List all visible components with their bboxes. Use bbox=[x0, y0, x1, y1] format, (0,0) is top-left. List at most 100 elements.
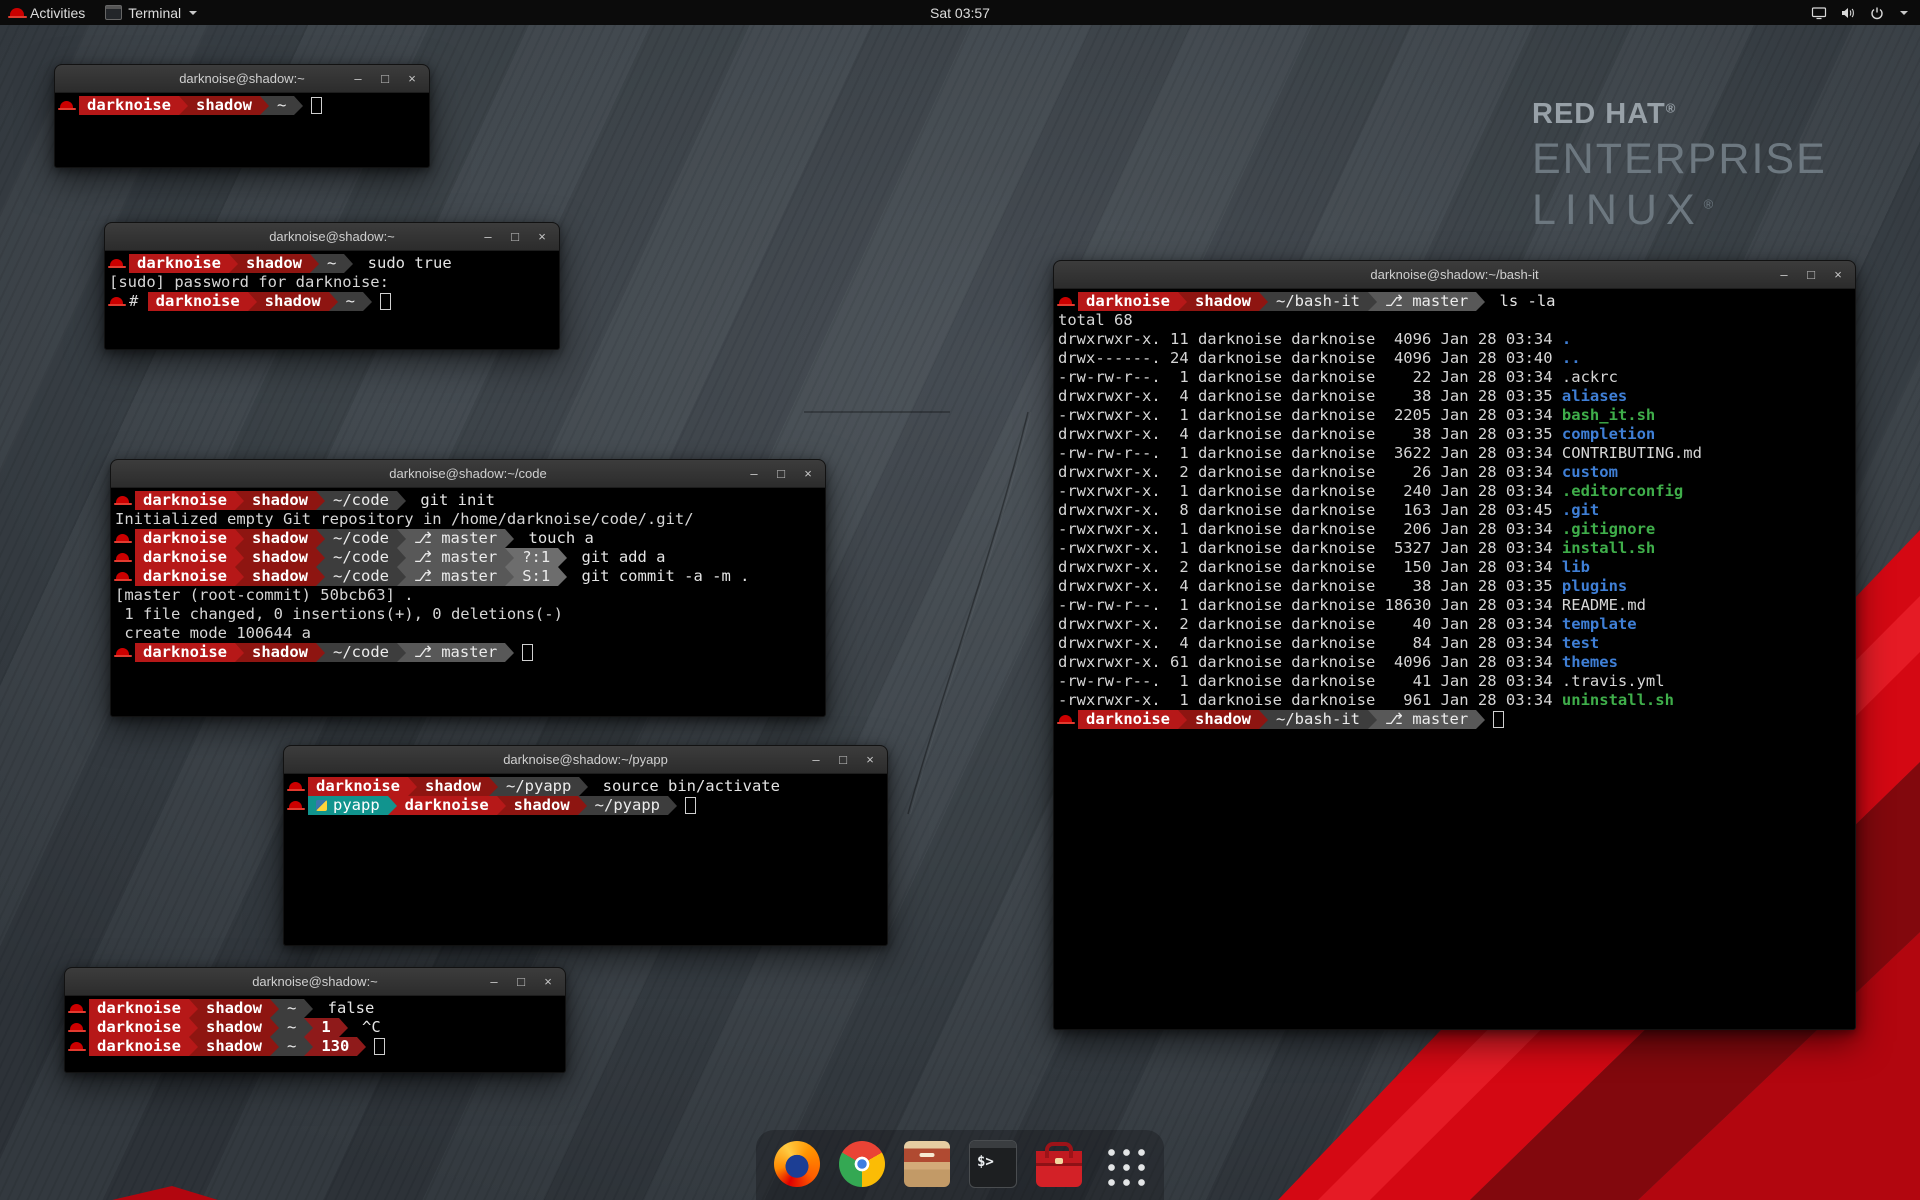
activities-button[interactable]: Activities bbox=[0, 0, 95, 25]
registered-mark: ® bbox=[1704, 197, 1723, 212]
terminal-line: [sudo] password for darknoise: bbox=[109, 273, 557, 292]
brand-line-2: ENTERPRISE bbox=[1532, 135, 1827, 184]
files-icon[interactable] bbox=[904, 1141, 950, 1187]
window-titlebar[interactable]: darknoise@shadow:~/bash-it – □ × bbox=[1054, 261, 1855, 289]
minimize-button[interactable]: – bbox=[1778, 261, 1790, 288]
output-text: -rwxrwxr-x. 1 darknoise darknoise 206 Ja… bbox=[1058, 520, 1562, 539]
window-titlebar[interactable]: darknoise@shadow:~/pyapp – □ × bbox=[284, 746, 887, 774]
terminal-line: -rw-rw-r--. 1 darknoise darknoise 41 Jan… bbox=[1058, 672, 1853, 691]
minimize-button[interactable]: – bbox=[482, 223, 494, 250]
powerline-separator bbox=[397, 548, 406, 567]
output-text: drwxrwxr-x. 4 darknoise darknoise 38 Jan… bbox=[1058, 577, 1562, 596]
redhat-icon bbox=[70, 1004, 83, 1013]
terminal-line: pyappdarknoiseshadow~/pyapp bbox=[288, 796, 885, 815]
output-text: drwxrwxr-x. 61 darknoise darknoise 4096 … bbox=[1058, 653, 1562, 672]
prompt-segment-user: darknoise bbox=[79, 96, 179, 115]
terminal-body[interactable]: darknoiseshadow~/bash-it⎇ master ls -lat… bbox=[1054, 289, 1855, 1029]
powerline-separator bbox=[179, 96, 188, 115]
prompt-segment-user: darknoise bbox=[397, 796, 497, 815]
output-text: drwxrwxr-x. 4 darknoise darknoise 38 Jan… bbox=[1058, 387, 1562, 406]
close-button[interactable]: × bbox=[542, 968, 554, 995]
powerline-separator bbox=[270, 999, 279, 1018]
maximize-button[interactable]: □ bbox=[379, 65, 391, 92]
terminal-icon[interactable]: $> bbox=[969, 1140, 1017, 1188]
terminal-line: [master (root-commit) 50bcb63] . bbox=[115, 586, 823, 605]
firefox-icon[interactable] bbox=[774, 1141, 820, 1187]
powerline-separator bbox=[578, 796, 587, 815]
red-sliver-graphic bbox=[100, 1182, 230, 1200]
app-menu[interactable]: Terminal bbox=[95, 0, 207, 25]
terminal-cursor bbox=[1493, 711, 1504, 728]
prompt-segment-user: darknoise bbox=[129, 254, 229, 273]
output-text: -rw-rw-r--. 1 darknoise darknoise 41 Jan… bbox=[1058, 672, 1562, 691]
directory-name: . bbox=[1562, 330, 1571, 349]
terminal-line: drwxrwxr-x. 11 darknoise darknoise 4096 … bbox=[1058, 330, 1853, 349]
terminal-line: -rw-rw-r--. 1 darknoise darknoise 22 Jan… bbox=[1058, 368, 1853, 387]
terminal-cursor bbox=[380, 293, 391, 310]
maximize-button[interactable]: □ bbox=[837, 746, 849, 773]
redhat-icon bbox=[70, 1023, 83, 1032]
output-text: total 68 bbox=[1058, 311, 1133, 330]
chevron-down-icon bbox=[189, 11, 197, 15]
powerline-separator bbox=[339, 1018, 348, 1037]
terminal-line: -rwxrwxr-x. 1 darknoise darknoise 240 Ja… bbox=[1058, 482, 1853, 501]
app-grid-icon[interactable] bbox=[1101, 1142, 1146, 1187]
volume-icon[interactable] bbox=[1840, 5, 1856, 21]
terminal-body[interactable]: darknoiseshadow~ bbox=[55, 93, 429, 167]
terminal-line: drwxrwxr-x. 61 darknoise darknoise 4096 … bbox=[1058, 653, 1853, 672]
powerline-separator bbox=[505, 529, 514, 548]
terminal-body[interactable]: darknoiseshadow~/pyapp source bin/activa… bbox=[284, 774, 887, 945]
minimize-button[interactable]: – bbox=[810, 746, 822, 773]
prompt-segment-user: darknoise bbox=[135, 491, 235, 510]
prompt-segment-host: shadow bbox=[506, 796, 578, 815]
powerline-separator bbox=[189, 999, 198, 1018]
close-button[interactable]: × bbox=[536, 223, 548, 250]
terminal-line: drwx------. 24 darknoise darknoise 4096 … bbox=[1058, 349, 1853, 368]
command-text: source bin/activate bbox=[588, 777, 780, 796]
chrome-icon[interactable] bbox=[839, 1141, 885, 1187]
prompt-segment-host: shadow bbox=[198, 999, 270, 1018]
close-button[interactable]: × bbox=[802, 460, 814, 487]
powerline-separator bbox=[270, 1037, 279, 1056]
terminal-app-icon bbox=[105, 5, 122, 20]
window-titlebar[interactable]: darknoise@shadow:~ – □ × bbox=[105, 223, 559, 251]
close-button[interactable]: × bbox=[864, 746, 876, 773]
redhat-icon bbox=[110, 259, 123, 268]
minimize-button[interactable]: – bbox=[748, 460, 760, 487]
output-text: drwxrwxr-x. 2 darknoise darknoise 150 Ja… bbox=[1058, 558, 1562, 577]
prompt-segment-path: ~/code bbox=[325, 529, 397, 548]
chevron-down-icon[interactable] bbox=[1900, 11, 1908, 15]
powerline-separator bbox=[294, 96, 303, 115]
terminal-cursor bbox=[685, 797, 696, 814]
close-button[interactable]: × bbox=[406, 65, 418, 92]
window-titlebar[interactable]: darknoise@shadow:~/code – □ × bbox=[111, 460, 825, 488]
directory-name: .. bbox=[1562, 349, 1581, 368]
terminal-window-3: darknoise@shadow:~/code – □ × darknoises… bbox=[110, 459, 826, 717]
maximize-button[interactable]: □ bbox=[775, 460, 787, 487]
directory-name: .git bbox=[1562, 501, 1599, 520]
terminal-body[interactable]: darknoiseshadow~ sudo true[sudo] passwor… bbox=[105, 251, 559, 349]
terminal-line: -rwxrwxr-x. 1 darknoise darknoise 961 Ja… bbox=[1058, 691, 1853, 710]
terminal-line: -rw-rw-r--. 1 darknoise darknoise 3622 J… bbox=[1058, 444, 1853, 463]
toolbox-icon[interactable] bbox=[1036, 1141, 1082, 1187]
maximize-button[interactable]: □ bbox=[509, 223, 521, 250]
window-titlebar[interactable]: darknoise@shadow:~ – □ × bbox=[65, 968, 565, 996]
powerline-separator bbox=[397, 529, 406, 548]
maximize-button[interactable]: □ bbox=[1805, 261, 1817, 288]
maximize-button[interactable]: □ bbox=[515, 968, 527, 995]
terminal-body[interactable]: darknoiseshadow~/code git initInitialize… bbox=[111, 488, 825, 716]
output-text: -rwxrwxr-x. 1 darknoise darknoise 240 Ja… bbox=[1058, 482, 1562, 501]
window-titlebar[interactable]: darknoise@shadow:~ – □ × bbox=[55, 65, 429, 93]
prompt-segment-git: ⎇ master bbox=[1377, 292, 1476, 311]
powerline-separator bbox=[397, 567, 406, 586]
terminal-body[interactable]: darknoiseshadow~ falsedarknoiseshadow~1 … bbox=[65, 996, 565, 1072]
power-icon[interactable] bbox=[1869, 5, 1885, 21]
terminal-line: total 68 bbox=[1058, 311, 1853, 330]
powerline-separator bbox=[189, 1037, 198, 1056]
minimize-button[interactable]: – bbox=[488, 968, 500, 995]
terminal-line: -rwxrwxr-x. 1 darknoise darknoise 2205 J… bbox=[1058, 406, 1853, 425]
clock[interactable]: Sat 03:57 bbox=[930, 5, 990, 21]
screen-icon[interactable] bbox=[1811, 5, 1827, 21]
minimize-button[interactable]: – bbox=[352, 65, 364, 92]
close-button[interactable]: × bbox=[1832, 261, 1844, 288]
